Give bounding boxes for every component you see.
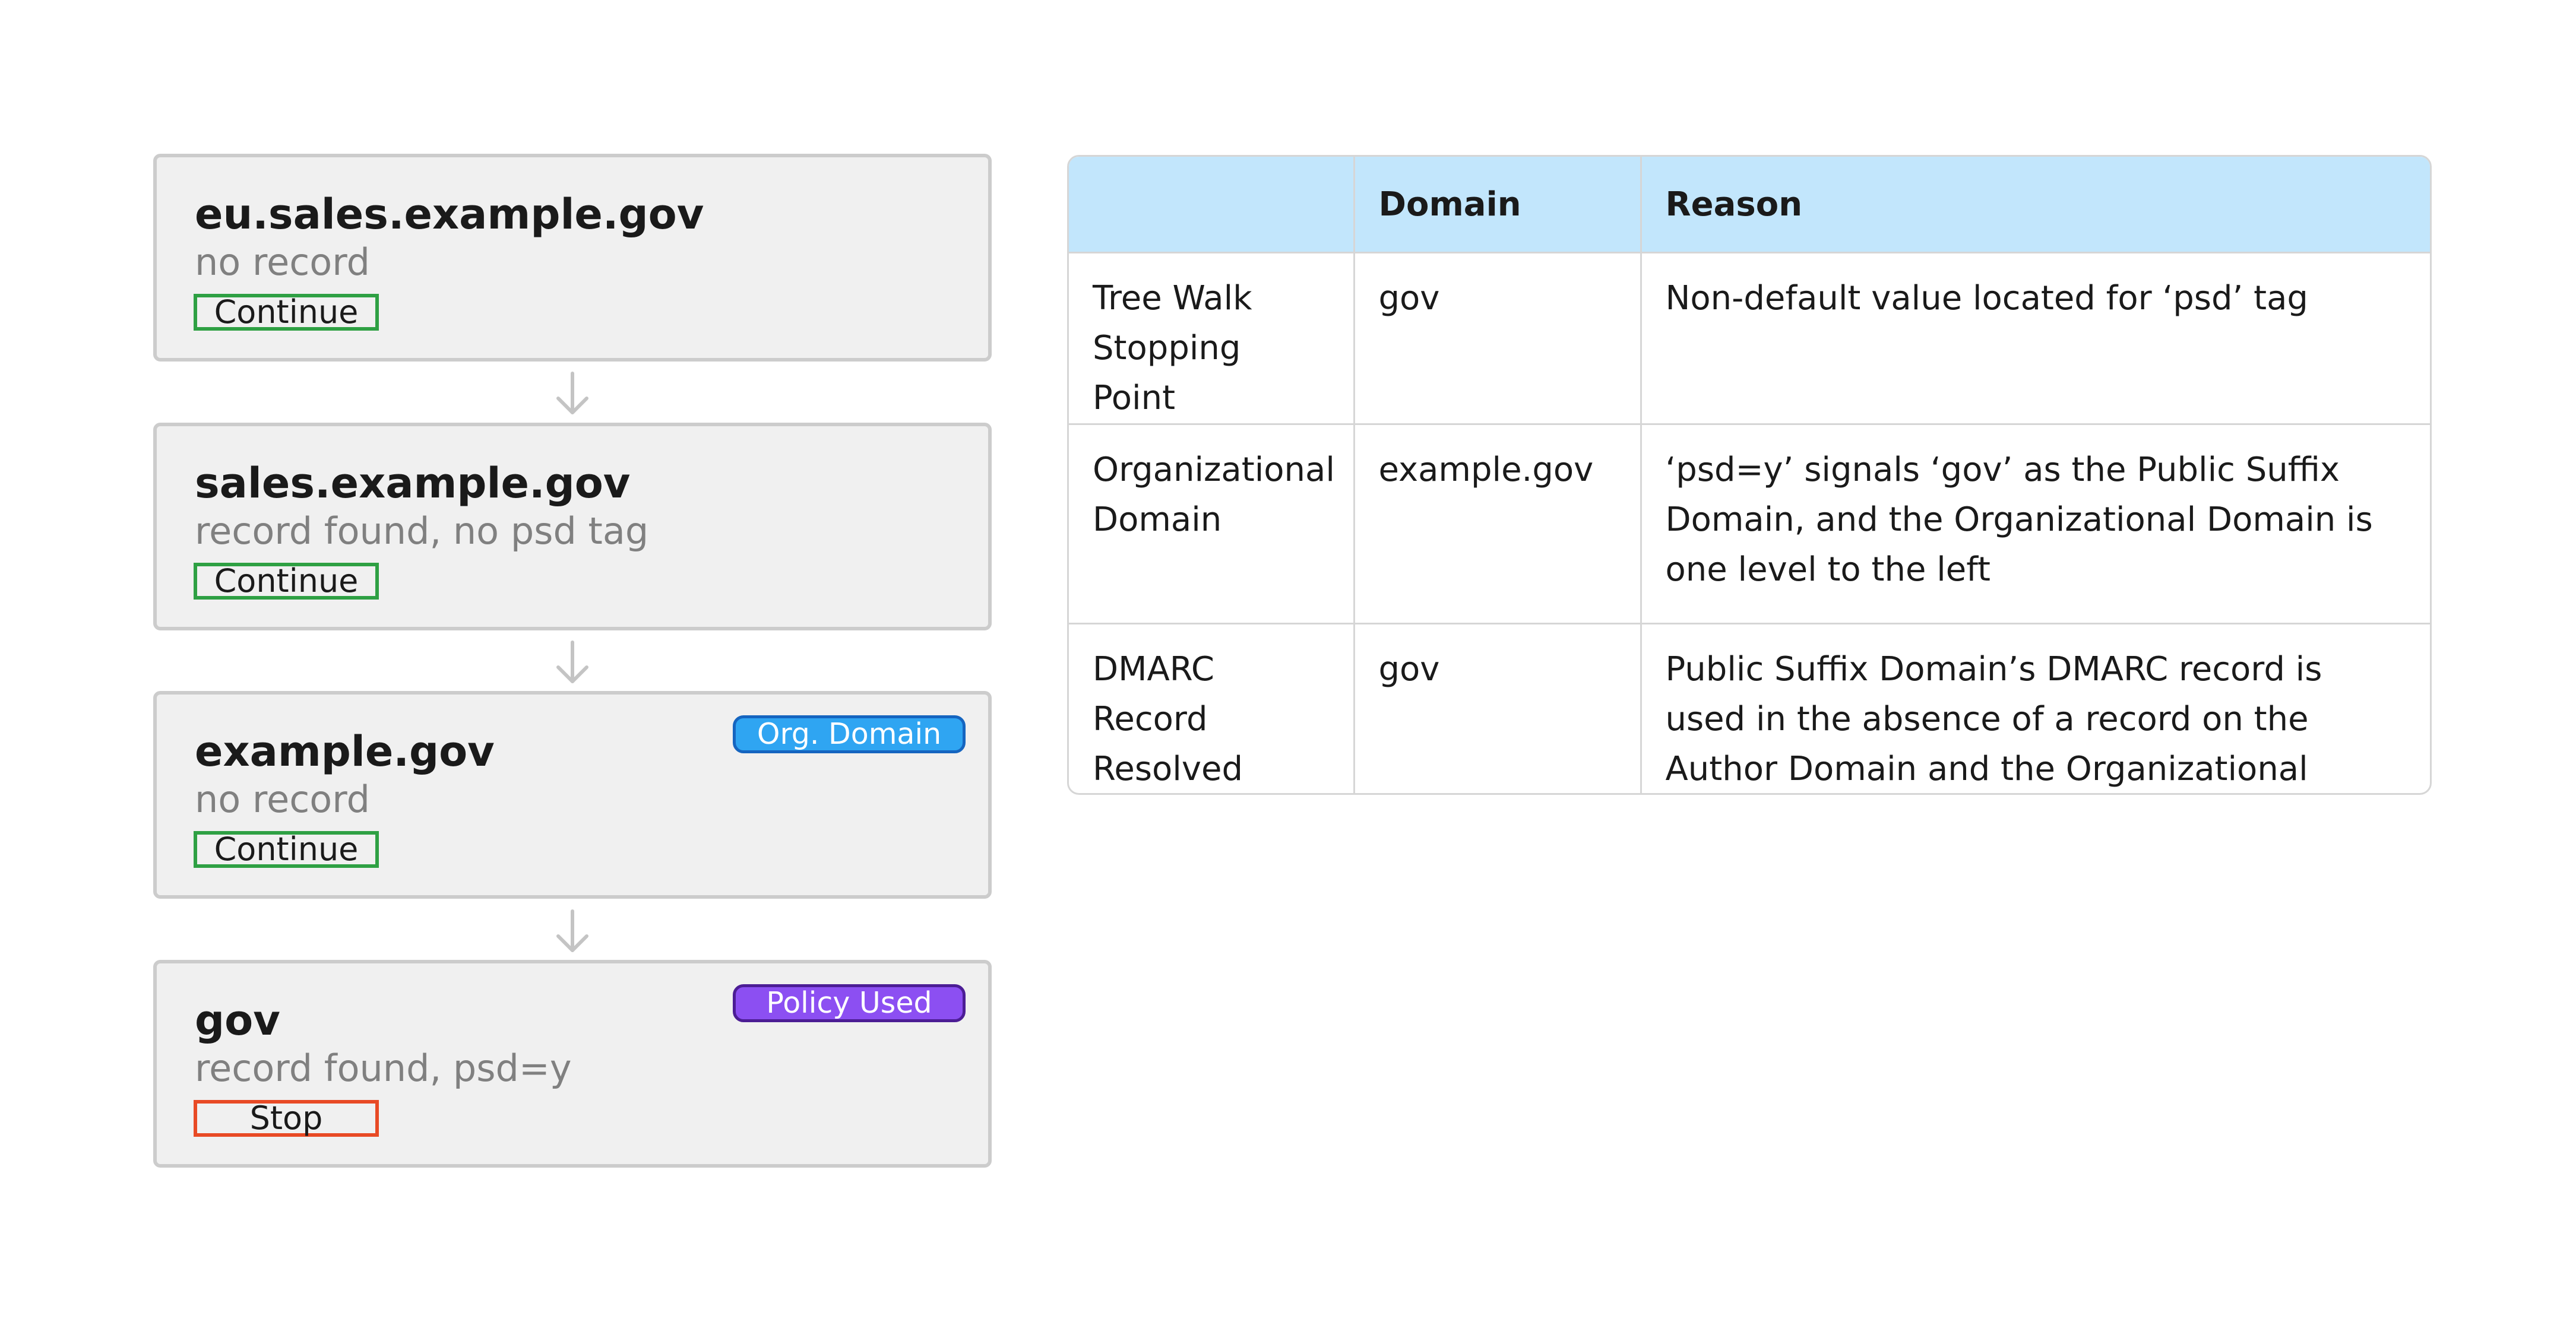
row-domain: gov xyxy=(1354,252,1642,425)
arrow-down-icon xyxy=(556,909,588,952)
step-domain-title: eu.sales.example.gov xyxy=(195,190,704,239)
header-domain: Domain xyxy=(1354,157,1642,253)
step-box-example-gov: example.gov no record Continue Org. Doma… xyxy=(153,691,992,899)
continue-button[interactable]: Continue xyxy=(194,831,379,868)
header-blank xyxy=(1069,157,1355,253)
row-domain: example.gov xyxy=(1354,424,1642,624)
step-status-text: record found, no psd tag xyxy=(195,509,649,553)
table-row: Tree Walk Stopping Point gov Non-default… xyxy=(1069,252,2430,425)
step-domain-title: gov xyxy=(195,996,280,1045)
table-row: Organizational Domain example.gov ‘psd=y… xyxy=(1069,424,2430,624)
row-domain: gov xyxy=(1354,623,1642,793)
table-header-row: Domain Reason xyxy=(1069,157,2430,253)
org-domain-badge: Org. Domain xyxy=(733,715,966,753)
summary-table: Domain Reason Tree Walk Stopping Point g… xyxy=(1067,155,2432,795)
header-reason: Reason xyxy=(1641,157,2430,253)
step-status-text: no record xyxy=(195,240,370,284)
stop-button[interactable]: Stop xyxy=(194,1100,379,1137)
step-box-eu-sales-example-gov: eu.sales.example.gov no record Continue xyxy=(153,154,992,362)
step-domain-title: example.gov xyxy=(195,727,495,776)
step-box-sales-example-gov: sales.example.gov record found, no psd t… xyxy=(153,423,992,630)
arrow-down-icon xyxy=(556,372,588,414)
table-row: DMARC Record Resolved From gov Public Su… xyxy=(1069,623,2430,793)
row-label: Tree Walk Stopping Point xyxy=(1069,252,1355,425)
arrow-down-icon xyxy=(556,641,588,683)
row-reason: Public Suffix Domain’s DMARC record is u… xyxy=(1665,650,2322,788)
step-box-gov: gov record found, psd=y Stop Policy Used xyxy=(153,960,992,1168)
step-domain-title: sales.example.gov xyxy=(195,459,631,508)
continue-button[interactable]: Continue xyxy=(194,294,379,331)
row-reason: Non-default value located for ‘psd’ tag xyxy=(1641,252,2430,425)
row-label: Organizational Domain xyxy=(1069,424,1355,624)
step-status-text: no record xyxy=(195,778,370,821)
step-status-text: record found, psd=y xyxy=(195,1047,572,1090)
policy-used-badge: Policy Used xyxy=(733,984,966,1022)
continue-button[interactable]: Continue xyxy=(194,563,379,600)
row-reason: ‘psd=y’ signals ‘gov’ as the Public Suff… xyxy=(1641,424,2430,624)
row-label: DMARC Record Resolved From xyxy=(1069,623,1355,793)
